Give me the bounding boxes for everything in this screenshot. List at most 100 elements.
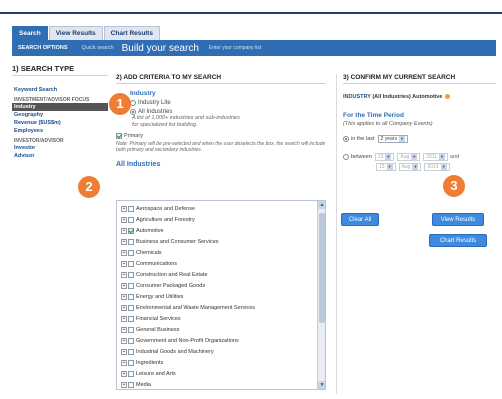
industry-tree-label: Communications bbox=[136, 260, 177, 267]
industry-tree-item[interactable]: + Ingredients bbox=[117, 357, 325, 368]
expand-plus-icon[interactable]: + bbox=[121, 216, 127, 223]
view-results-button[interactable]: View Results bbox=[432, 213, 484, 226]
between-radio[interactable] bbox=[343, 154, 349, 160]
expand-plus-icon[interactable]: + bbox=[121, 304, 127, 311]
time-period-title: For the Time Period bbox=[343, 112, 404, 119]
expand-plus-icon[interactable]: + bbox=[121, 260, 127, 267]
all-industries-heading: All Industries bbox=[116, 161, 161, 168]
from-day-select[interactable]: 13 ▼ bbox=[374, 153, 395, 161]
industry-checkbox[interactable] bbox=[128, 359, 134, 366]
industry-tree-label: Agriculture and Forestry bbox=[136, 216, 195, 223]
current-search-summary: INDUSTRY (All Industries) Automotive bbox=[343, 94, 496, 100]
chevron-down-icon: ▼ bbox=[412, 164, 419, 170]
expand-plus-icon[interactable]: + bbox=[121, 337, 127, 344]
industry-checkbox[interactable] bbox=[128, 227, 134, 234]
sidebar-item-revenue[interactable]: Revenue ($US$m) bbox=[12, 119, 108, 127]
industry-checkbox[interactable] bbox=[128, 216, 134, 223]
remove-criteria-icon[interactable] bbox=[444, 94, 450, 100]
primary-checkbox[interactable] bbox=[116, 133, 122, 139]
search-type-title: 1) SEARCH TYPE bbox=[12, 64, 108, 76]
all-industries-radio[interactable] bbox=[130, 109, 136, 115]
industry-tree-item[interactable]: + Energy and Utilities bbox=[117, 291, 325, 302]
industry-tree-label: Government and Non-Profit Organizations bbox=[136, 337, 239, 344]
industry-tree[interactable]: + Aerospace and Defense + Agriculture and F… bbox=[116, 200, 326, 390]
industry-tree-item[interactable]: + Media bbox=[117, 379, 325, 389]
sidebar-item-advisor[interactable]: Advisor bbox=[12, 152, 108, 160]
industry-tree-item[interactable]: + Financial Services bbox=[117, 313, 325, 324]
industry-tree-item[interactable]: + Consumer Packaged Goods bbox=[117, 280, 325, 291]
top-banner bbox=[0, 0, 502, 14]
industry-checkbox[interactable] bbox=[128, 271, 134, 278]
industry-tree-item[interactable]: + Industrial Goods and Machinery bbox=[117, 346, 325, 357]
tab-chart-results[interactable]: Chart Results bbox=[103, 26, 160, 40]
to-month-select[interactable]: Aug ▼ bbox=[398, 163, 422, 171]
sidebar-item-keyword-search[interactable]: Keyword Search bbox=[12, 86, 108, 94]
to-day-select[interactable]: 13 ▼ bbox=[376, 163, 396, 171]
industry-checkbox[interactable] bbox=[128, 315, 134, 322]
scroll-up-arrow-icon[interactable]: ▲ bbox=[318, 201, 325, 209]
sidebar-item-employees[interactable]: Employees bbox=[12, 127, 108, 135]
expand-plus-icon[interactable]: + bbox=[121, 359, 127, 366]
chart-results-button[interactable]: Chart Results bbox=[429, 234, 487, 247]
industry-tree-item[interactable]: + Government and Non-Profit Organizations bbox=[117, 335, 325, 346]
expand-plus-icon[interactable]: + bbox=[121, 315, 127, 322]
expand-plus-icon[interactable]: + bbox=[121, 271, 127, 278]
build-search-link[interactable]: Build your search bbox=[122, 43, 199, 54]
in-last-select[interactable]: 2 years ▼ bbox=[377, 135, 408, 143]
from-year-select[interactable]: 2011 ▼ bbox=[423, 153, 449, 161]
industry-checkbox[interactable] bbox=[128, 249, 134, 256]
industry-tree-item[interactable]: + Environmental and Waste Management Serv… bbox=[117, 302, 325, 313]
industry-tree-item[interactable]: + Leisure and Arts bbox=[117, 368, 325, 379]
industry-checkbox[interactable] bbox=[128, 326, 134, 333]
tab-view-results[interactable]: View Results bbox=[48, 26, 103, 40]
industry-tree-scrollbar[interactable]: ▲ ▼ bbox=[317, 201, 325, 389]
industry-tree-item[interactable]: + Construction and Real Estate bbox=[117, 269, 325, 280]
industry-checkbox[interactable] bbox=[128, 370, 134, 377]
scroll-down-arrow-icon[interactable]: ▼ bbox=[318, 381, 325, 389]
tab-search[interactable]: Search bbox=[12, 26, 48, 40]
scroll-thumb[interactable] bbox=[319, 213, 325, 323]
industry-tree-item[interactable]: + Business and Consumer Services bbox=[117, 236, 325, 247]
search-options-bar: SEARCH OPTIONS Quick search Build your s… bbox=[12, 40, 496, 56]
industry-checkbox[interactable] bbox=[128, 293, 134, 300]
expand-plus-icon[interactable]: + bbox=[121, 348, 127, 355]
expand-plus-icon[interactable]: + bbox=[121, 282, 127, 289]
in-last-label: in the last bbox=[351, 136, 375, 142]
industry-tree-label: Chemicals bbox=[136, 249, 162, 256]
industry-tree-item[interactable]: + Chemicals bbox=[117, 247, 325, 258]
industry-tree-label: Environmental and Waste Management Servi… bbox=[136, 304, 256, 311]
quick-search-link[interactable]: Quick search bbox=[82, 45, 114, 51]
sidebar-item-geography[interactable]: Geography bbox=[12, 111, 108, 119]
industry-checkbox[interactable] bbox=[128, 282, 134, 289]
from-month-select[interactable]: Aug ▼ bbox=[397, 153, 421, 161]
expand-plus-icon[interactable]: + bbox=[121, 326, 127, 333]
expand-plus-icon[interactable]: + bbox=[121, 293, 127, 300]
industry-checkbox[interactable] bbox=[128, 238, 134, 245]
in-last-radio[interactable] bbox=[343, 136, 349, 142]
expand-plus-icon[interactable]: + bbox=[121, 227, 127, 234]
chevron-down-icon: ▼ bbox=[386, 164, 393, 170]
industry-checkbox[interactable] bbox=[128, 304, 134, 311]
expand-plus-icon[interactable]: + bbox=[121, 205, 127, 212]
between-label: between bbox=[351, 154, 372, 160]
industry-checkbox[interactable] bbox=[128, 381, 134, 388]
industry-tree-item[interactable]: + General Business bbox=[117, 324, 325, 335]
industry-checkbox[interactable] bbox=[128, 260, 134, 267]
industry-checkbox[interactable] bbox=[128, 337, 134, 344]
expand-plus-icon[interactable]: + bbox=[121, 381, 127, 388]
clear-all-button[interactable]: Clear All bbox=[341, 213, 379, 226]
industry-tree-item[interactable]: + Communications bbox=[117, 258, 325, 269]
expand-plus-icon[interactable]: + bbox=[121, 249, 127, 256]
industry-checkbox[interactable] bbox=[128, 205, 134, 212]
callout-badge-3: 3 bbox=[443, 175, 465, 197]
enter-company-list-link[interactable]: Enter your company list bbox=[209, 45, 261, 51]
sidebar-item-investor[interactable]: Investor bbox=[12, 144, 108, 152]
industry-tree-item[interactable]: + Agriculture and Forestry bbox=[117, 214, 325, 225]
industry-tree-item[interactable]: + Automotive bbox=[117, 225, 325, 236]
to-year-select[interactable]: 2013 ▼ bbox=[424, 163, 450, 171]
expand-plus-icon[interactable]: + bbox=[121, 238, 127, 245]
sidebar-item-industry[interactable]: Industry bbox=[12, 103, 108, 111]
industry-tree-item[interactable]: + Aerospace and Defense bbox=[117, 203, 325, 214]
industry-checkbox[interactable] bbox=[128, 348, 134, 355]
expand-plus-icon[interactable]: + bbox=[121, 370, 127, 377]
